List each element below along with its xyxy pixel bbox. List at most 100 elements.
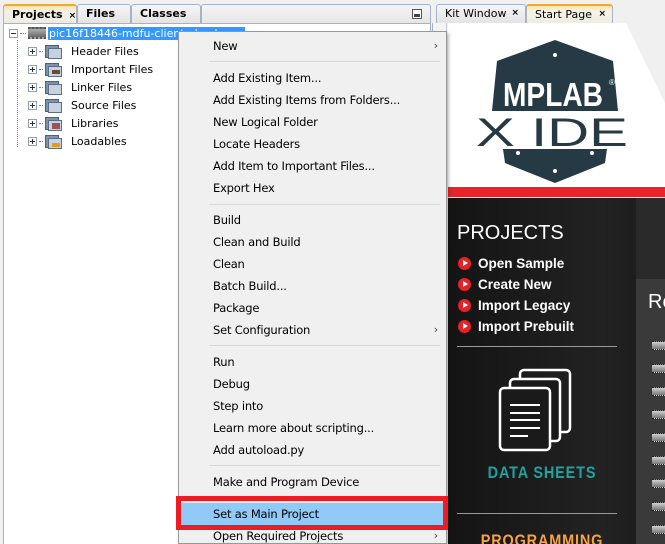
menu-item-clean-and-build[interactable]: Clean and Build	[181, 231, 444, 253]
menu-item-build[interactable]: Build	[181, 209, 444, 231]
menu-item-add-existing-item[interactable]: Add Existing Item...	[181, 67, 444, 89]
recent-project-icon[interactable]	[652, 456, 665, 465]
minimize-icon[interactable]	[412, 9, 422, 19]
recent-project-icon[interactable]	[652, 525, 665, 534]
tree-item-header-files[interactable]: Header Files	[28, 42, 139, 60]
logo-rivet	[553, 169, 557, 173]
tree-item-libraries[interactable]: Libraries	[28, 114, 119, 132]
tree-item-label: Libraries	[71, 116, 119, 130]
expand-icon[interactable]	[28, 118, 37, 128]
tab-kit-window-label: Kit Window	[445, 7, 507, 20]
import-legacy-link[interactable]: Import Legacy	[458, 296, 570, 314]
menu-item-batch-build[interactable]: Batch Build...	[181, 275, 444, 297]
tree-item-label: Source Files	[71, 98, 137, 112]
menu-item-label: Open Required Projects	[213, 529, 344, 543]
tab-kit-window[interactable]: Kit Window ×	[436, 4, 526, 23]
menu-item-label: Step into	[213, 399, 264, 413]
recent-heading: Re	[648, 291, 665, 313]
data-sheets-icon[interactable]	[498, 368, 578, 458]
tab-start-page[interactable]: Start Page ×	[526, 4, 613, 23]
submenu-arrow-icon: ›	[433, 39, 438, 52]
close-icon[interactable]: ×	[69, 11, 77, 21]
menu-item-label: Learn more about scripting...	[213, 421, 375, 435]
recent-project-icon[interactable]	[652, 364, 665, 373]
tree-item-label: Header Files	[71, 44, 139, 58]
menu-separator	[209, 465, 440, 466]
annotation-highlight-box	[176, 496, 448, 530]
menu-item-label: Run	[213, 355, 235, 369]
tree-item-label: Loadables	[71, 134, 127, 148]
menu-item-add-to-important-files[interactable]: Add Item to Important Files...	[181, 155, 444, 177]
logo-registered-mark: ®	[609, 78, 615, 87]
submenu-arrow-icon: ›	[433, 323, 438, 336]
link-label: Import Prebuilt	[478, 318, 575, 334]
menu-item-label: Clean and Build	[213, 235, 301, 249]
menu-item-set-configuration[interactable]: Set Configuration ›	[181, 319, 444, 341]
expand-icon[interactable]	[28, 46, 37, 56]
menu-item-new[interactable]: New ›	[181, 35, 444, 57]
tree-item-important-files[interactable]: Important Files	[28, 60, 153, 78]
menu-item-label: New Logical Folder	[213, 115, 318, 129]
recent-project-icon[interactable]	[652, 502, 665, 511]
menu-item-export-hex[interactable]: Export Hex	[181, 177, 444, 199]
tree-connector	[39, 104, 43, 106]
play-icon	[458, 277, 471, 291]
tree-connector	[39, 122, 43, 124]
menu-item-add-existing-items-from-folders[interactable]: Add Existing Items from Folders...	[181, 89, 444, 111]
menu-item-debug[interactable]: Debug	[181, 373, 444, 395]
tab-files[interactable]: Files	[77, 4, 131, 23]
ide-window: Projects × Files Classes pic16f18446-mdfu…	[0, 0, 665, 544]
menu-item-package[interactable]: Package	[181, 297, 444, 319]
play-icon	[458, 256, 471, 270]
menu-item-make-and-program-device[interactable]: Make and Program Device	[181, 471, 444, 493]
expand-icon[interactable]	[28, 82, 37, 92]
menu-item-label: Set Configuration	[213, 323, 311, 337]
menu-item-locate-headers[interactable]: Locate Headers	[181, 133, 444, 155]
projects-tabbar: Projects × Files Classes	[0, 4, 432, 23]
mplab-x-ide-logo: MPLAB ® X IDE	[476, 40, 628, 183]
recent-project-icon[interactable]	[652, 387, 665, 396]
logo-rivet	[553, 53, 557, 57]
tree-guide-line	[17, 40, 18, 147]
tree-connector	[39, 50, 43, 52]
expand-icon[interactable]	[28, 100, 37, 110]
source-files-folder-icon	[45, 98, 63, 113]
tree-item-source-files[interactable]: Source Files	[28, 96, 136, 114]
menu-item-clean[interactable]: Clean	[181, 253, 444, 275]
editor-tabbar: Kit Window × Start Page ×	[434, 4, 665, 23]
import-prebuilt-link[interactable]: Import Prebuilt	[458, 317, 574, 335]
close-icon[interactable]: ×	[511, 8, 519, 18]
menu-item-label: Add Existing Items from Folders...	[213, 93, 401, 107]
menu-item-learn-scripting[interactable]: Learn more about scripting...	[181, 417, 444, 439]
play-icon	[458, 298, 471, 312]
menu-item-add-autoload[interactable]: Add autoload.py	[181, 439, 444, 461]
open-sample-link[interactable]: Open Sample	[458, 254, 564, 272]
collapse-icon[interactable]	[9, 28, 18, 38]
logo-mplab-text: MPLAB	[503, 76, 603, 113]
tree-item-loadables[interactable]: Loadables	[28, 132, 127, 150]
recent-project-icon[interactable]	[652, 341, 665, 350]
projects-heading: PROJECTS	[457, 222, 564, 244]
recent-project-icon[interactable]	[652, 433, 665, 442]
tree-item-label: Important Files	[71, 62, 154, 76]
link-label: Create New	[478, 276, 552, 292]
data-sheets-link[interactable]: DATA SHEETS	[462, 463, 622, 483]
tree-item-linker-files[interactable]: Linker Files	[28, 78, 132, 96]
menu-item-label: Debug	[213, 377, 250, 391]
close-icon[interactable]: ×	[598, 9, 606, 19]
menu-item-run[interactable]: Run	[181, 351, 444, 373]
recent-project-icon[interactable]	[652, 410, 665, 419]
create-new-link[interactable]: Create New	[458, 275, 552, 293]
tab-projects[interactable]: Projects ×	[3, 4, 77, 23]
libraries-folder-icon	[45, 116, 63, 131]
project-context-menu: New › Add Existing Item... Add Existing I…	[178, 31, 447, 544]
expand-icon[interactable]	[28, 64, 37, 74]
recent-project-icon[interactable]	[652, 479, 665, 488]
expand-icon[interactable]	[28, 136, 37, 146]
tree-connector	[39, 86, 43, 88]
programming-link[interactable]: PROGRAMMING	[462, 531, 622, 544]
header-files-folder-icon	[45, 44, 63, 59]
tab-classes[interactable]: Classes	[131, 4, 201, 23]
menu-item-step-into[interactable]: Step into	[181, 395, 444, 417]
menu-item-new-logical-folder[interactable]: New Logical Folder	[181, 111, 444, 133]
